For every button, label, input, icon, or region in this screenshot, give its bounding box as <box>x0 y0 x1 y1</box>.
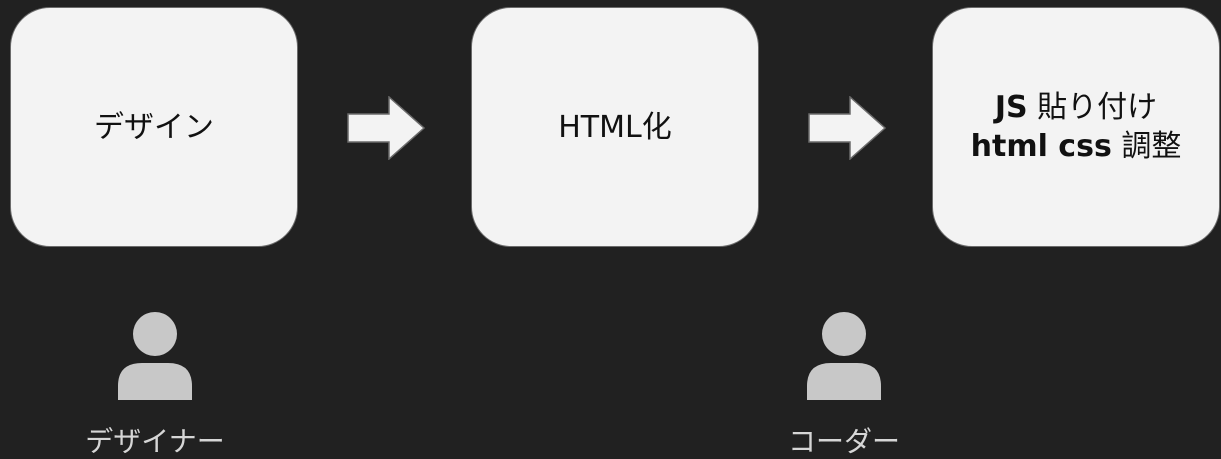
person-icon <box>118 312 192 400</box>
step-html-label: HTML化 <box>558 109 672 145</box>
step-integration-line-2-bold: html css <box>970 129 1112 164</box>
step-integration-line-1-text: 貼り付け <box>1027 90 1158 125</box>
person-icon <box>807 312 881 400</box>
right-arrow-icon <box>808 96 886 160</box>
workflow-diagram: デザイン HTML化 JS 貼り付け html css 調整 デザイナー コーダ… <box>0 0 1221 459</box>
step-design-box: デザイン <box>10 7 298 247</box>
role-coder-label: コーダー <box>787 425 900 458</box>
step-integration-box: JS 貼り付け html css 調整 <box>932 7 1220 247</box>
step-integration-line-1-bold: JS <box>994 90 1028 125</box>
step-design-label: デザイン <box>94 109 214 145</box>
step-integration-line-2: html css 調整 <box>971 127 1182 166</box>
role-designer-label: デザイナー <box>85 425 225 458</box>
step-html-box: HTML化 <box>471 7 759 247</box>
right-arrow-icon <box>347 96 425 160</box>
step-integration-line-2-text: 調整 <box>1111 129 1182 164</box>
step-integration-line-1: JS 貼り付け <box>995 88 1157 127</box>
